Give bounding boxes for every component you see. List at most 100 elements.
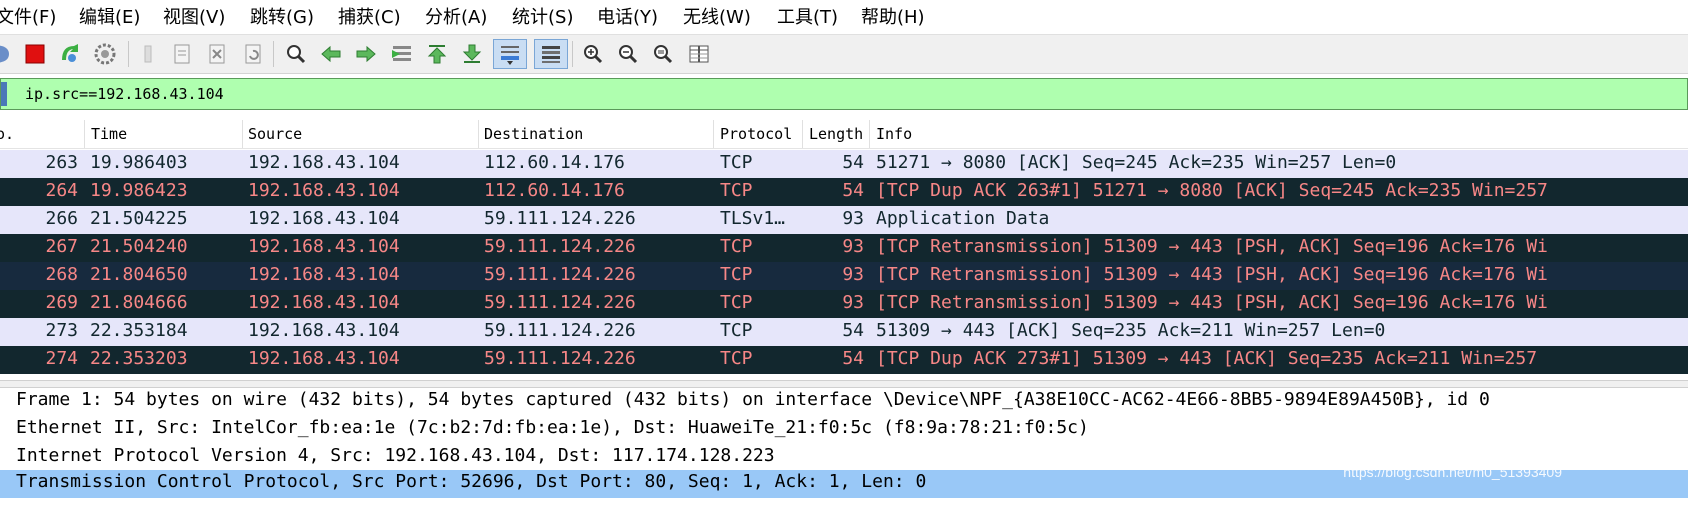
- packet-row[interactable]: 263 19.986403 192.168.43.104 112.60.14.1…: [0, 150, 1688, 178]
- column-header-source[interactable]: Source: [248, 125, 302, 143]
- menu-statistics[interactable]: 统计(S): [512, 3, 573, 29]
- main-toolbar: [0, 34, 1688, 74]
- zoom-in-icon[interactable]: [578, 39, 608, 69]
- packet-row[interactable]: 268 21.804650 192.168.43.104 59.111.124.…: [0, 262, 1688, 290]
- packet-list: 263 19.986403 192.168.43.104 112.60.14.1…: [0, 150, 1688, 374]
- zoom-out-icon[interactable]: [613, 39, 643, 69]
- go-forward-icon[interactable]: [351, 39, 381, 69]
- pane-splitter[interactable]: [0, 380, 1688, 388]
- packet-time: 22.353184: [90, 320, 188, 341]
- packet-no: 264: [45, 180, 78, 201]
- packet-time: 21.804666: [90, 292, 188, 313]
- packet-destination: 59.111.124.226: [484, 208, 636, 229]
- packet-length: 54: [842, 320, 864, 341]
- column-divider[interactable]: [869, 120, 870, 148]
- packet-length: 93: [842, 208, 864, 229]
- column-divider[interactable]: [478, 120, 479, 148]
- colorize-icon[interactable]: [534, 39, 568, 69]
- packet-row[interactable]: 274 22.353203 192.168.43.104 59.111.124.…: [0, 346, 1688, 374]
- packet-source: 192.168.43.104: [248, 152, 400, 173]
- packet-destination: 59.111.124.226: [484, 348, 636, 369]
- menu-go[interactable]: 跳转(G): [250, 3, 314, 29]
- packet-source: 192.168.43.104: [248, 208, 400, 229]
- detail-text: Ethernet II, Src: IntelCor_fb:ea:1e (7c:…: [16, 417, 1089, 438]
- detail-frame-line[interactable]: Frame 1: 54 bytes on wire (432 bits), 54…: [0, 388, 1688, 416]
- bookmark-icon[interactable]: [1, 82, 7, 106]
- packet-source: 192.168.43.104: [248, 348, 400, 369]
- packet-destination: 59.111.124.226: [484, 236, 636, 257]
- toolbar-separator: [128, 41, 129, 67]
- menu-tools[interactable]: 工具(T): [777, 3, 838, 29]
- restart-capture-icon[interactable]: [55, 39, 85, 69]
- menu-wireless[interactable]: 无线(W): [683, 3, 751, 29]
- packet-protocol: TCP: [720, 264, 753, 285]
- packet-protocol: TCP: [720, 292, 753, 313]
- detail-text: Transmission Control Protocol, Src Port:…: [16, 471, 927, 492]
- stop-capture-icon[interactable]: [20, 39, 50, 69]
- resize-columns-icon[interactable]: [684, 39, 714, 69]
- column-divider[interactable]: [802, 120, 803, 148]
- packet-length: 93: [842, 292, 864, 313]
- packet-protocol: TCP: [720, 236, 753, 257]
- packet-info: [TCP Retransmission] 51309 → 443 [PSH, A…: [876, 292, 1548, 313]
- menu-capture[interactable]: 捕获(C): [338, 3, 401, 29]
- menu-view[interactable]: 视图(V): [163, 3, 225, 29]
- go-first-icon[interactable]: [422, 39, 452, 69]
- packet-row[interactable]: 267 21.504240 192.168.43.104 59.111.124.…: [0, 234, 1688, 262]
- packet-protocol: TCP: [720, 152, 753, 173]
- detail-ethernet-line[interactable]: Ethernet II, Src: IntelCor_fb:ea:1e (7c:…: [0, 416, 1688, 444]
- packet-time: 21.804650: [90, 264, 188, 285]
- packet-row[interactable]: 264 19.986423 192.168.43.104 112.60.14.1…: [0, 178, 1688, 206]
- column-divider[interactable]: [713, 120, 714, 148]
- packet-no: 273: [45, 320, 78, 341]
- column-header-info[interactable]: Info: [876, 125, 912, 143]
- column-header-length[interactable]: Length: [809, 125, 863, 143]
- packet-no: 266: [45, 208, 78, 229]
- packet-destination: 112.60.14.176: [484, 180, 625, 201]
- menu-edit[interactable]: 编辑(E): [79, 3, 140, 29]
- packet-row[interactable]: 266 21.504225 192.168.43.104 59.111.124.…: [0, 206, 1688, 234]
- packet-length: 54: [842, 348, 864, 369]
- packet-protocol: TCP: [720, 320, 753, 341]
- column-divider[interactable]: [242, 120, 243, 148]
- column-divider[interactable]: [84, 120, 85, 148]
- save-file-icon[interactable]: [167, 39, 197, 69]
- column-header-destination[interactable]: Destination: [484, 125, 583, 143]
- column-header-no[interactable]: o.: [0, 125, 14, 143]
- find-packet-icon[interactable]: [281, 39, 311, 69]
- go-back-icon[interactable]: [316, 39, 346, 69]
- menu-file[interactable]: 文件(F): [0, 3, 56, 29]
- packet-source: 192.168.43.104: [248, 236, 400, 257]
- column-header-protocol[interactable]: Protocol: [720, 125, 792, 143]
- toolbar-separator: [273, 41, 274, 67]
- packet-destination: 112.60.14.176: [484, 152, 625, 173]
- normal-size-icon[interactable]: [648, 39, 678, 69]
- packet-source: 192.168.43.104: [248, 292, 400, 313]
- display-filter-input[interactable]: [25, 81, 1625, 107]
- packet-length: 54: [842, 180, 864, 201]
- packet-destination: 59.111.124.226: [484, 320, 636, 341]
- close-file-icon[interactable]: [202, 39, 232, 69]
- menu-help[interactable]: 帮助(H): [861, 3, 925, 29]
- go-to-packet-icon[interactable]: [387, 39, 417, 69]
- open-file-icon[interactable]: [134, 39, 164, 69]
- packet-time: 21.504240: [90, 236, 188, 257]
- start-capture-icon[interactable]: [0, 39, 16, 69]
- packet-source: 192.168.43.104: [248, 320, 400, 341]
- reload-file-icon[interactable]: [238, 39, 268, 69]
- packet-row[interactable]: 273 22.353184 192.168.43.104 59.111.124.…: [0, 318, 1688, 346]
- packet-info: [TCP Retransmission] 51309 → 443 [PSH, A…: [876, 264, 1548, 285]
- packet-time: 19.986403: [90, 152, 188, 173]
- column-header-time[interactable]: Time: [91, 125, 127, 143]
- capture-options-icon[interactable]: [90, 39, 120, 69]
- menu-telephony[interactable]: 电话(Y): [597, 3, 658, 29]
- go-last-icon[interactable]: [457, 39, 487, 69]
- packet-protocol: TCP: [720, 348, 753, 369]
- packet-row[interactable]: 269 21.804666 192.168.43.104 59.111.124.…: [0, 290, 1688, 318]
- autoscroll-icon[interactable]: [493, 39, 527, 69]
- packet-info: 51309 → 443 [ACK] Seq=235 Ack=211 Win=25…: [876, 320, 1386, 341]
- packet-info: 51271 → 8080 [ACK] Seq=245 Ack=235 Win=2…: [876, 152, 1397, 173]
- packet-destination: 59.111.124.226: [484, 292, 636, 313]
- packet-destination: 59.111.124.226: [484, 264, 636, 285]
- menu-analyze[interactable]: 分析(A): [425, 3, 487, 29]
